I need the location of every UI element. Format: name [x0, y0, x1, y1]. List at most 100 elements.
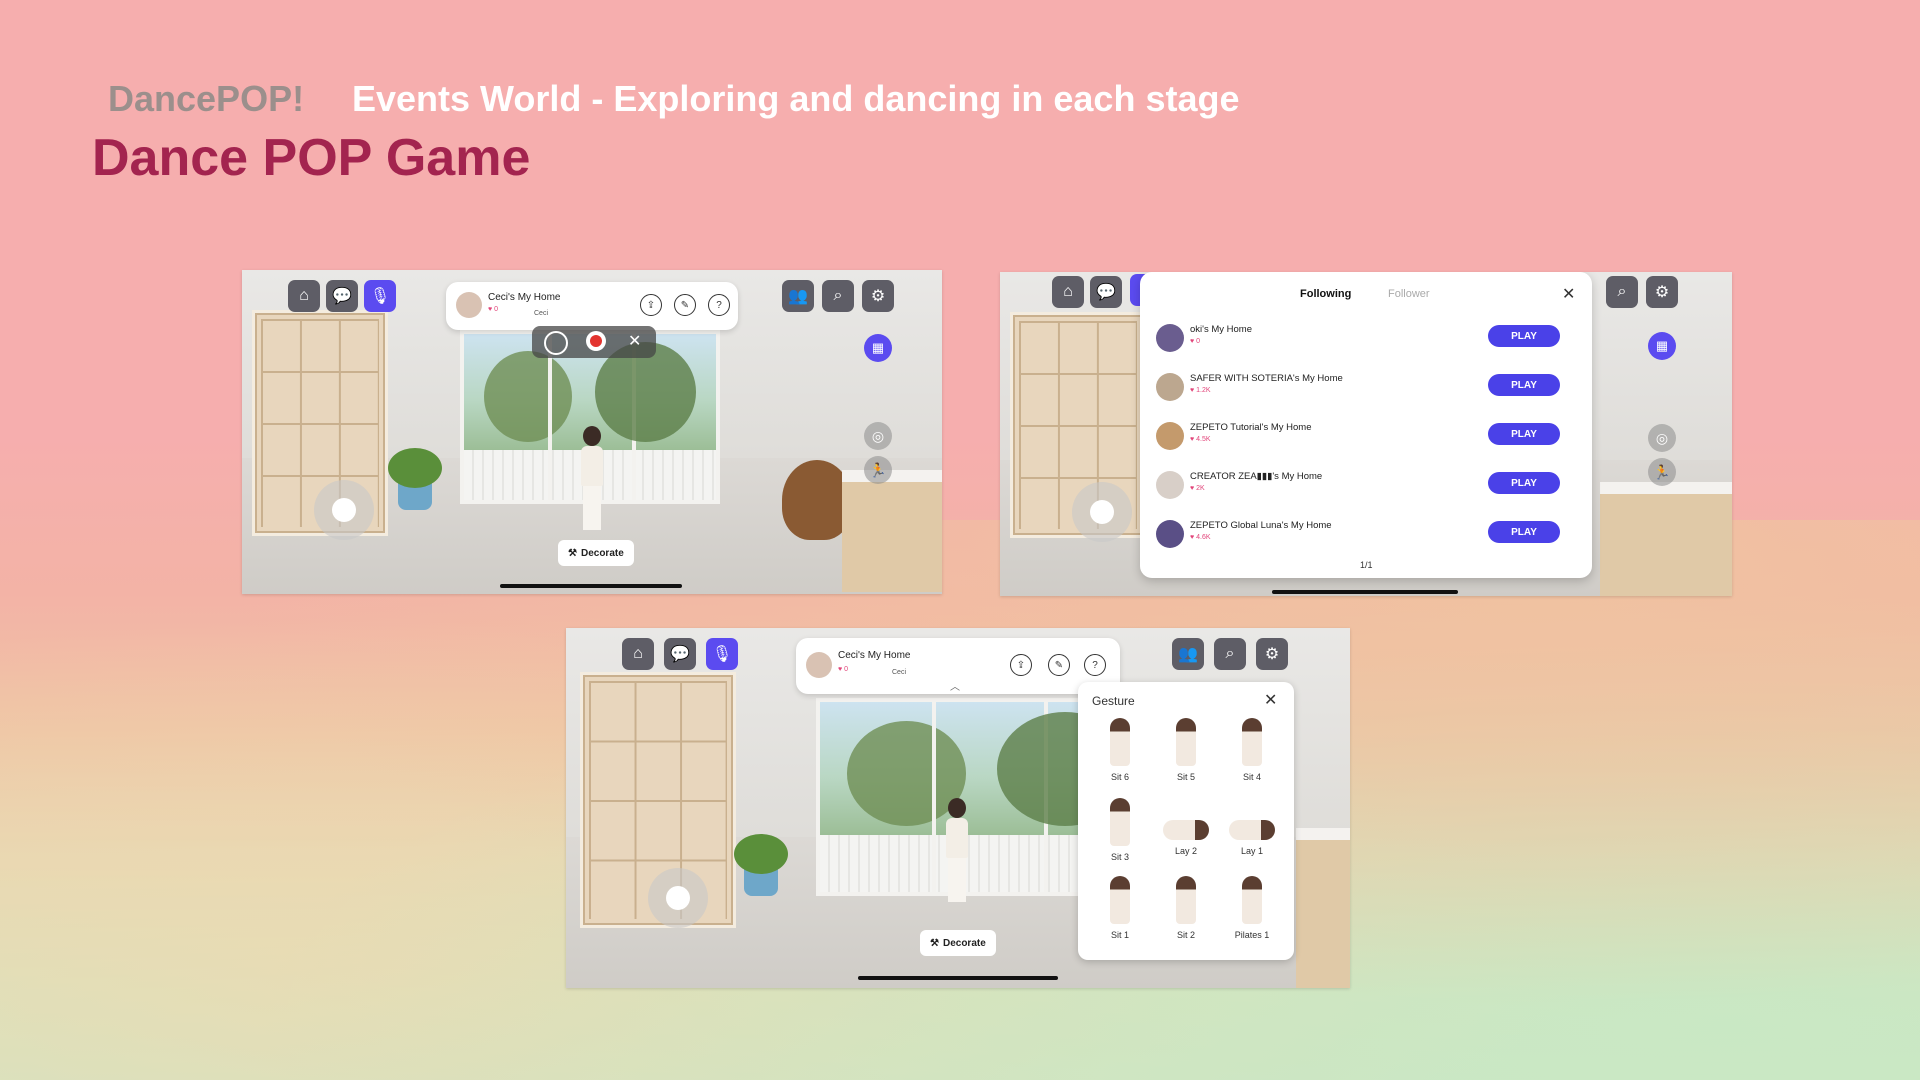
owner-avatar: [456, 292, 482, 318]
edit-button[interactable]: ✎: [1048, 654, 1070, 676]
home-name: Ceci's My Home: [488, 292, 561, 303]
gesture-button[interactable]: 🏃: [1648, 458, 1676, 486]
chat-button[interactable]: 💬: [326, 280, 358, 312]
home-owner: Ceci: [892, 669, 907, 676]
settings-button[interactable]: ⚙: [862, 280, 894, 312]
home-indicator: [858, 976, 1058, 980]
home-button[interactable]: ⌂: [1052, 276, 1084, 308]
brand-label: DancePOP!: [108, 78, 305, 119]
microphone-icon: 🎙: [369, 288, 391, 305]
gesture-item[interactable]: Sit 3: [1090, 794, 1150, 870]
owner-avatar: [806, 652, 832, 678]
collapse-icon[interactable]: ︿: [950, 678, 960, 693]
world-search-button[interactable]: ⌕: [1214, 638, 1246, 670]
close-recording-button[interactable]: ✕: [628, 331, 641, 351]
following-panel: Following Follower ✕ oki's My Home ♥ 0 P…: [1140, 272, 1592, 578]
avatar: [1156, 373, 1184, 401]
screenshot-following-list: ⌂ 💬 🎙 ⌕ ⚙ ▦ ◎ 🏃 Following Follower ✕ oki…: [1000, 272, 1732, 596]
edit-icon: ✎: [1054, 659, 1064, 671]
camera-button[interactable]: ◎: [1648, 424, 1676, 452]
chat-button[interactable]: 💬: [664, 638, 696, 670]
gesture-item[interactable]: Lay 2: [1156, 794, 1216, 870]
list-item: oki's My Home ♥ 0 PLAY: [1156, 320, 1576, 360]
decorate-button[interactable]: ⚒ Decorate: [920, 930, 996, 956]
list-item: ZEPETO Tutorial's My Home ♥ 4.5K PLAY: [1156, 418, 1576, 458]
gesture-item[interactable]: Sit 2: [1156, 872, 1216, 948]
home-likes: ♥ 0: [488, 306, 499, 313]
help-icon: ?: [716, 299, 722, 311]
home-button[interactable]: ⌂: [622, 638, 654, 670]
bed: [1296, 828, 1350, 988]
friends-button[interactable]: 👥: [782, 280, 814, 312]
gear-icon: ⚙: [870, 288, 886, 305]
world-search-button[interactable]: ⌕: [1606, 276, 1638, 308]
help-icon: ?: [1092, 659, 1098, 671]
movement-joystick[interactable]: [1072, 482, 1132, 542]
home-likes: ♥ 0: [838, 666, 849, 673]
world-search-button[interactable]: ⌕: [822, 280, 854, 312]
gear-icon: ⚙: [1264, 646, 1280, 663]
share-button[interactable]: ⇪: [1010, 654, 1032, 676]
home-likes: ♥ 4.6K: [1190, 534, 1211, 541]
settings-button[interactable]: ⚙: [1256, 638, 1288, 670]
calendar-button[interactable]: ▦: [1648, 332, 1676, 360]
settings-button[interactable]: ⚙: [1646, 276, 1678, 308]
share-button[interactable]: ⇪: [640, 294, 662, 316]
gesture-item[interactable]: Lay 1: [1222, 794, 1282, 870]
movement-joystick[interactable]: [648, 868, 708, 928]
screenshot-home-recording: ⌂ 💬 🎙 Ceci's My Home ♥ 0 Ceci ⇪ ✎ ? ✕ 👥 …: [242, 270, 942, 594]
play-button[interactable]: PLAY: [1488, 472, 1560, 494]
home-name: CREATOR ZEA▮▮▮'s My Home: [1190, 471, 1323, 482]
play-button[interactable]: PLAY: [1488, 374, 1560, 396]
chat-bubble-icon: 💬: [1096, 284, 1116, 301]
camera-button[interactable]: ◎: [864, 422, 892, 450]
edit-button[interactable]: ✎: [674, 294, 696, 316]
close-gesture-button[interactable]: ✕: [1264, 690, 1277, 710]
home-icon: ⌂: [633, 645, 643, 662]
calendar-button[interactable]: ▦: [864, 334, 892, 362]
home-indicator: [1272, 590, 1458, 594]
avatar: [1156, 471, 1184, 499]
play-button[interactable]: PLAY: [1488, 521, 1560, 543]
friends-button[interactable]: 👥: [1172, 638, 1204, 670]
gesture-item[interactable]: Sit 1: [1090, 872, 1150, 948]
gesture-panel: Gesture ✕ Sit 6 Sit 5 Sit 4 Sit 3 Lay 2 …: [1078, 682, 1294, 960]
gesture-item[interactable]: Sit 4: [1222, 714, 1282, 790]
list-item: CREATOR ZEA▮▮▮'s My Home ♥ 2K PLAY: [1156, 467, 1576, 507]
play-button[interactable]: PLAY: [1488, 423, 1560, 445]
tab-follower[interactable]: Follower: [1388, 288, 1430, 300]
play-button[interactable]: PLAY: [1488, 325, 1560, 347]
home-button[interactable]: ⌂: [288, 280, 320, 312]
chat-button[interactable]: 💬: [1090, 276, 1122, 308]
help-button[interactable]: ?: [1084, 654, 1106, 676]
gesture-item[interactable]: Pilates 1: [1222, 872, 1282, 948]
home-name: ZEPETO Tutorial's My Home: [1190, 422, 1312, 433]
calendar-icon: ▦: [871, 340, 885, 355]
decorate-button[interactable]: ⚒ Decorate: [558, 540, 634, 566]
player-avatar: [944, 798, 970, 902]
home-likes: ♥ 1.2K: [1190, 387, 1211, 394]
record-button[interactable]: [586, 331, 606, 351]
gesture-item[interactable]: Sit 5: [1156, 714, 1216, 790]
home-info-card: Ceci's My Home ♥ 0 Ceci ⇪ ✎ ? ︿: [796, 638, 1120, 694]
home-likes: ♥ 2K: [1190, 485, 1205, 492]
gesture-item[interactable]: Sit 6: [1090, 714, 1150, 790]
microphone-button[interactable]: 🎙: [706, 638, 738, 670]
home-icon: ⌂: [299, 287, 309, 304]
share-icon: ⇪: [646, 299, 656, 311]
player-avatar: [579, 426, 605, 530]
microphone-button[interactable]: 🎙: [364, 280, 396, 312]
potted-plant: [734, 834, 788, 896]
close-panel-button[interactable]: ✕: [1562, 284, 1575, 304]
bed: [842, 470, 942, 592]
help-button[interactable]: ?: [708, 294, 730, 316]
avatar: [1156, 422, 1184, 450]
movement-joystick[interactable]: [314, 480, 374, 540]
photo-capture-button[interactable]: [544, 331, 568, 355]
gesture-icon: 🏃: [1653, 463, 1671, 480]
list-item: ZEPETO Global Luna's My Home ♥ 4.6K PLAY: [1156, 516, 1576, 556]
tab-following[interactable]: Following: [1300, 288, 1351, 300]
close-icon: ✕: [1264, 692, 1278, 709]
gesture-button[interactable]: 🏃: [864, 456, 892, 484]
avatar: [1156, 520, 1184, 548]
